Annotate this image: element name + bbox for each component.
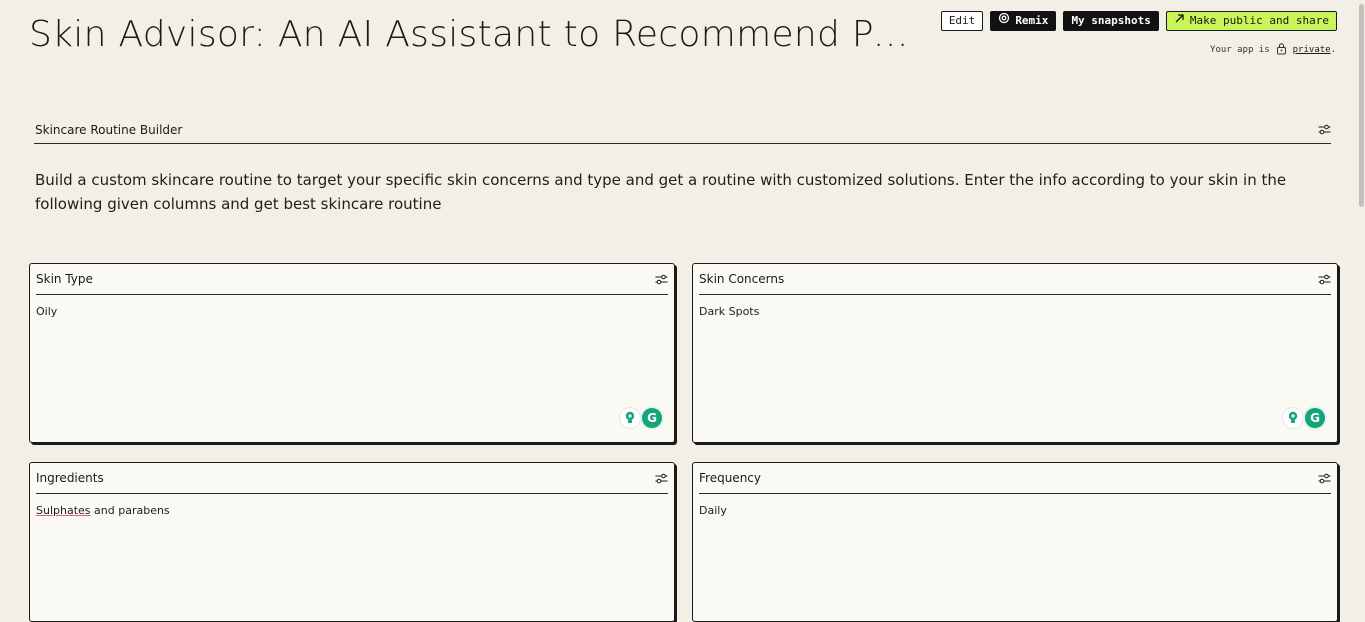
remix-button[interactable]: Remix [990, 11, 1057, 31]
misspelled-word[interactable]: Sulphates [36, 504, 91, 517]
frequency-input[interactable]: Daily [699, 504, 1331, 517]
privacy-link[interactable]: private [1293, 45, 1331, 55]
card-header: Skin Type [36, 264, 668, 295]
page-title: Skin Advisor: An AI Assistant to Recomme… [29, 14, 914, 55]
grammarly-badges: G [620, 408, 662, 428]
grammarly-icon[interactable]: G [642, 408, 662, 428]
ingredients-card[interactable]: Ingredients Sulphates and parabens [29, 462, 675, 622]
settings-sliders-icon[interactable] [1317, 471, 1331, 485]
card-header: Ingredients [36, 463, 668, 494]
privacy-suffix: . [1330, 45, 1336, 55]
skin-concerns-input[interactable]: Dark Spots [699, 305, 1331, 318]
share-label: Make public and share [1189, 14, 1329, 27]
section-title: Skincare Routine Builder [35, 122, 183, 137]
grammarly-icon[interactable]: G [1305, 408, 1325, 428]
card-header: Skin Concerns [699, 264, 1331, 295]
section-header: Skincare Routine Builder [34, 116, 1331, 144]
lightbulb-icon[interactable] [1283, 408, 1303, 428]
privacy-prefix: Your app is [1210, 45, 1270, 55]
scroll-thumb[interactable] [1359, 4, 1364, 207]
skin-type-label: Skin Type [36, 272, 93, 286]
remix-icon [998, 12, 1010, 30]
settings-sliders-icon[interactable] [654, 471, 668, 485]
skin-concerns-label: Skin Concerns [699, 272, 785, 286]
settings-sliders-icon[interactable] [1317, 123, 1331, 137]
skin-type-input[interactable]: Oily [36, 305, 668, 318]
my-snapshots-button[interactable]: My snapshots [1063, 11, 1159, 31]
remix-label: Remix [1015, 14, 1049, 27]
settings-sliders-icon[interactable] [654, 272, 668, 286]
scrollbar[interactable] [1357, 0, 1365, 587]
edit-button[interactable]: Edit [940, 11, 984, 31]
skin-type-card[interactable]: Skin Type Oily G [29, 263, 675, 443]
lock-icon [1276, 42, 1287, 58]
lightbulb-icon[interactable] [620, 408, 640, 428]
top-actions: Edit Remix My snapshots Make public and … [940, 11, 1337, 31]
frequency-card[interactable]: Frequency Daily [692, 462, 1338, 622]
ingredients-label: Ingredients [36, 471, 104, 485]
grammarly-badges: G [1283, 408, 1325, 428]
skin-concerns-card[interactable]: Skin Concerns Dark Spots G [692, 263, 1338, 443]
section-description: Build a custom skincare routine to targe… [35, 171, 1287, 213]
card-header: Frequency [699, 463, 1331, 494]
privacy-note: Your app is private. [1210, 42, 1336, 58]
make-public-share-button[interactable]: Make public and share [1165, 11, 1337, 31]
settings-sliders-icon[interactable] [1317, 272, 1331, 286]
ingredients-input[interactable]: Sulphates and parabens [36, 504, 668, 517]
arrow-right-icon [1174, 12, 1185, 30]
frequency-label: Frequency [699, 471, 761, 485]
ingredients-rest: and parabens [90, 504, 170, 517]
